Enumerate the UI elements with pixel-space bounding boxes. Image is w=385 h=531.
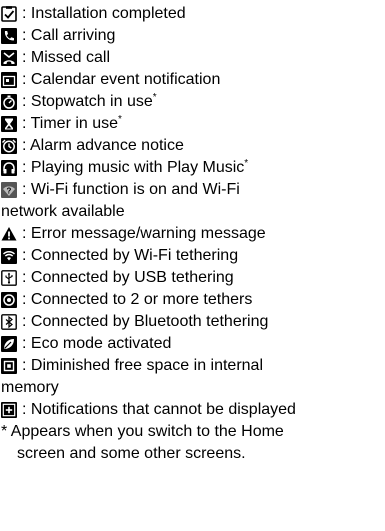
legend-text: : Calendar event notification [22,71,221,88]
multi-tether-icon [1,292,17,308]
calendar-event-icon [1,72,17,88]
eco-mode-icon [1,336,17,352]
call-arriving-icon [1,28,17,44]
wifi-tethering-icon [1,248,17,264]
legend-text: : Eco mode activated [22,335,172,352]
legend-text: : Connected by Bluetooth tethering [22,313,269,330]
installation-completed-icon [1,6,17,22]
wifi-available-icon: ? [1,182,17,198]
headphones-icon [1,160,17,176]
legend-text: : Timer in use* [22,114,122,133]
legend-text: : Connected by Wi-Fi tethering [22,247,239,264]
alarm-icon [1,138,17,154]
legend-text: : Installation completed [22,5,186,22]
stopwatch-icon [1,94,17,110]
legend-text: : Connected to 2 or more tethers [22,291,253,308]
svg-text:?: ? [7,187,12,196]
legend-text: : Alarm advance notice [22,137,184,154]
timer-icon [1,116,17,132]
more-notifications-icon [1,402,17,418]
legend-text-continuation: memory [1,379,59,396]
footnote-line-2: screen and some other screens. [17,445,246,462]
legend-text: : Error message/warning message [22,225,266,242]
legend-text-continuation: network available [1,203,125,220]
legend-text: : Call arriving [22,27,116,44]
low-memory-icon [1,358,17,374]
footnote-line-1: * Appears when you switch to the Home [1,423,284,440]
warning-icon [1,226,17,242]
legend-text: : Connected by USB tethering [22,269,234,286]
bluetooth-tethering-icon [1,314,17,330]
legend-text: : Stopwatch in use* [22,92,157,111]
legend-text: : Wi-Fi function is on and Wi-Fi [22,181,240,198]
status-icon-legend: : Installation completed : Call arriving… [0,0,385,531]
missed-call-icon [1,50,17,66]
legend-text: : Playing music with Play Music* [22,158,249,177]
usb-tethering-icon [1,270,17,286]
legend-text: : Missed call [22,49,111,66]
legend-text: : Diminished free space in internal [22,357,264,374]
legend-text: : Notifications that cannot be displayed [22,401,296,418]
